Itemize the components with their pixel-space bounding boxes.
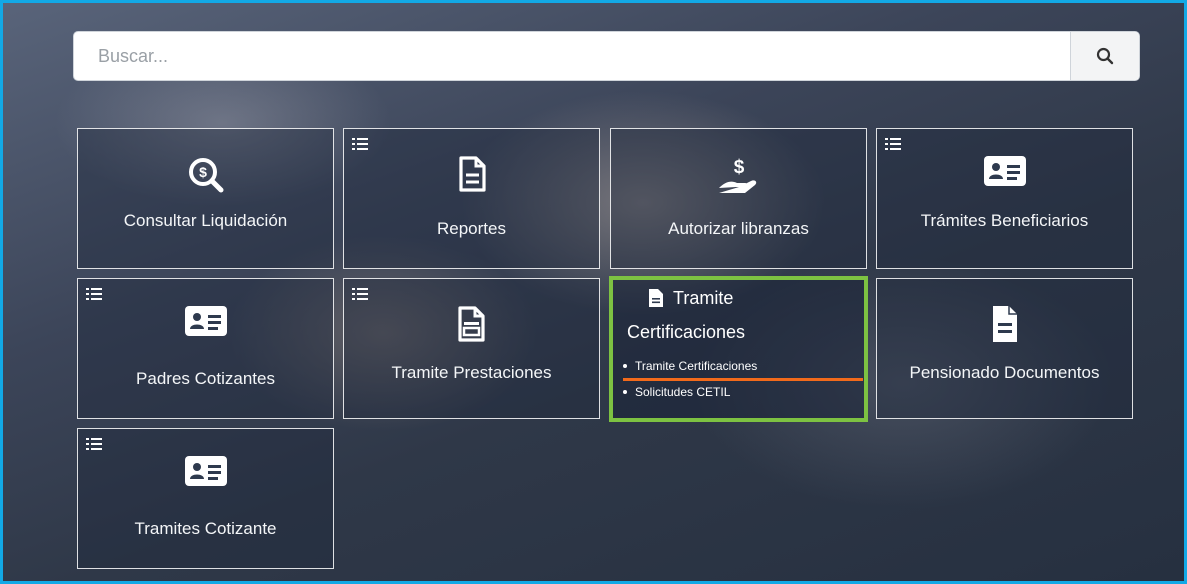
tile-label: Tramite Prestaciones — [391, 363, 552, 382]
money-search-icon: $ — [78, 156, 333, 194]
tile-label: Autorizar libranzas — [668, 219, 809, 238]
tile-pensionado-documentos[interactable]: Pensionado Documentos — [876, 278, 1133, 419]
submenu-item-tramite-certificaciones[interactable]: Tramite Certificaciones — [623, 359, 757, 373]
id-card-icon — [877, 156, 1132, 186]
tile-title-line2: Certificaciones — [627, 322, 746, 342]
tile-reportes[interactable]: Reportes — [343, 128, 600, 269]
app-frame: $ Consultar Liquidación Reportes $ Autor… — [0, 0, 1187, 584]
tile-title-line1: Tramite — [673, 288, 734, 308]
svg-text:$: $ — [733, 157, 744, 178]
list-icon — [885, 137, 901, 155]
list-icon — [86, 287, 102, 305]
tile-label: Pensionado Documentos — [909, 363, 1100, 382]
tile-tramite-prestaciones[interactable]: Tramite Prestaciones — [343, 278, 600, 419]
tile-padres-cotizantes[interactable]: Padres Cotizantes — [77, 278, 334, 419]
tile-label: Tramites Cotizante — [134, 519, 277, 538]
tile-label: Consultar Liquidación — [123, 211, 288, 230]
tile-tramites-beneficiarios[interactable]: Trámites Beneficiarios — [876, 128, 1133, 269]
submenu-label: Tramite Certificaciones — [635, 359, 758, 373]
tile-tramite-certificaciones[interactable]: Tramite Certificaciones Tramite Certific… — [609, 276, 868, 422]
id-card-icon — [78, 306, 333, 336]
id-card-icon — [78, 456, 333, 486]
search-icon — [1096, 47, 1114, 65]
hand-money-icon: $ — [611, 156, 866, 196]
tile-tramites-cotizante[interactable]: Tramites Cotizante — [77, 428, 334, 569]
highlight-underline — [623, 378, 863, 381]
tile-label: Padres Cotizantes — [136, 369, 275, 388]
document-icon — [877, 306, 1132, 342]
svg-text:$: $ — [199, 164, 207, 180]
document-icon — [344, 156, 599, 192]
search-button[interactable] — [1070, 32, 1139, 80]
list-icon — [352, 137, 368, 155]
submenu-item-solicitudes-cetil[interactable]: Solicitudes CETIL — [623, 385, 757, 399]
submenu-list: Tramite Certificaciones Solicitudes CETI… — [623, 359, 757, 411]
search-bar — [73, 31, 1140, 81]
tile-label: Reportes — [437, 219, 506, 238]
search-input[interactable] — [74, 32, 1070, 80]
tile-label: Trámites Beneficiarios — [920, 211, 1089, 230]
list-icon — [352, 287, 368, 305]
tile-autorizar-libranzas[interactable]: $ Autorizar libranzas — [610, 128, 867, 269]
submenu-label: Solicitudes CETIL — [635, 385, 731, 399]
list-icon — [86, 437, 102, 455]
document-icon — [649, 289, 663, 312]
documents-icon — [344, 306, 599, 344]
tile-consultar-liquidacion[interactable]: $ Consultar Liquidación — [77, 128, 334, 269]
